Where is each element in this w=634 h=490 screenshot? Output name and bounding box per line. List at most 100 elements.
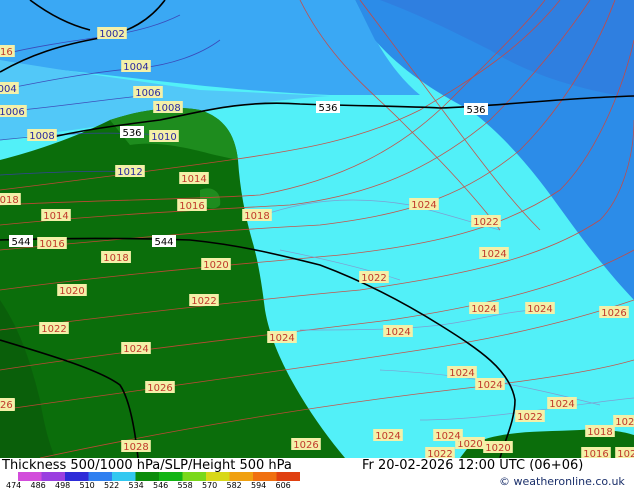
color-scale-ticks: 474 486 498 510 522 534 546 558 570 582 594 606: [6, 481, 326, 490]
color-scale-swatch: [253, 472, 277, 481]
color-scale-bar: [18, 472, 300, 481]
slp-label: 1022: [471, 215, 501, 228]
slp-label: 1018: [585, 425, 615, 438]
slp-label-text: 1024: [375, 431, 400, 442]
slp-label: 1024: [479, 247, 509, 260]
slp-label-text: 1024: [481, 249, 506, 260]
slp-label-text: 1026: [615, 417, 634, 428]
slp-label: 1018: [101, 251, 131, 264]
slp-label: 1016: [177, 199, 207, 212]
slp-label: 1022: [189, 294, 219, 307]
slp-label: 1002: [97, 27, 127, 40]
map-panel: 536 536 536 544 544 1002 1004 1006 1008 1010…: [0, 0, 634, 490]
color-scale-tick: 474: [6, 481, 22, 490]
slp-label: 1024: [525, 302, 555, 315]
slp-label-text: 1014: [181, 174, 206, 185]
color-scale-tick: 534: [128, 481, 144, 490]
slp-label: 1006: [133, 86, 163, 99]
slp-label-text: 1022: [427, 449, 452, 458]
slp-label-text: 1020: [485, 443, 510, 454]
slp-label-text: 1028: [123, 442, 148, 453]
slp-label-text: 1026: [617, 449, 634, 458]
height-label-text: 536: [466, 105, 485, 116]
color-scale-swatch: [206, 472, 230, 481]
slp-label: 1026: [613, 415, 634, 428]
slp-label-text: 1022: [191, 296, 216, 307]
copyright-link[interactable]: © weatheronline.co.uk: [499, 475, 625, 488]
height-label-text: 544: [11, 237, 30, 248]
slp-label: 1024: [469, 302, 499, 315]
slp-label-text: 1022: [361, 273, 386, 284]
color-scale-tick: 486: [30, 481, 46, 490]
slp-label-text: 1022: [517, 412, 542, 423]
height-label-text: 536: [318, 103, 337, 114]
color-scale-swatch: [159, 472, 183, 481]
color-scale-swatch: [41, 472, 66, 481]
color-scale-swatch: [18, 472, 42, 481]
slp-label: 1014: [41, 209, 71, 222]
slp-label: 1014: [179, 172, 209, 185]
slp-label-text: 1026: [293, 440, 318, 451]
slp-label: 1024: [475, 378, 505, 391]
slp-label: 1028: [121, 440, 151, 453]
slp-label: 1010: [149, 130, 179, 143]
slp-label: 1016: [37, 237, 67, 250]
slp-label: 1022: [359, 271, 389, 284]
slp-label-text: 1002: [99, 29, 124, 40]
map-title: Thickness 500/1000 hPa/SLP/Height 500 hP…: [2, 458, 292, 473]
slp-label-text: 1024: [471, 304, 496, 315]
slp-label: 1024: [267, 331, 297, 344]
color-scale-tick: 558: [177, 481, 193, 490]
slp-label-text: 1016: [39, 239, 64, 250]
map-datetime: Fr 20-02-2026 12:00 UTC (06+06): [362, 458, 584, 473]
slp-label-text: 1016: [179, 201, 204, 212]
color-scale-tick: 570: [202, 481, 218, 490]
slp-label-text: 1006: [135, 88, 160, 99]
height-label: 544: [152, 235, 176, 248]
slp-label-text: 1022: [473, 217, 498, 228]
slp-label: 1004: [0, 82, 19, 95]
color-scale-swatch: [65, 472, 89, 481]
slp-label: 1008: [153, 101, 183, 114]
color-scale-tick: 522: [104, 481, 120, 490]
color-scale-swatch: [88, 472, 113, 481]
height-label-text: 536: [122, 128, 141, 139]
slp-label-text: 1014: [43, 211, 68, 222]
slp-label-text: 1024: [411, 200, 436, 211]
slp-label: 1024: [383, 325, 413, 338]
color-scale-swatch: [135, 472, 160, 481]
slp-label-text: 1024: [477, 380, 502, 391]
height-label: 536: [120, 126, 144, 139]
slp-label: 1012: [115, 165, 145, 178]
slp-label: 1024: [121, 342, 151, 355]
slp-label: 1024: [447, 366, 477, 379]
height-label-text: 544: [154, 237, 173, 248]
slp-label-text: 1026: [147, 383, 172, 394]
slp-label: 1026: [615, 447, 634, 458]
slp-label-text: 1020: [59, 286, 84, 297]
color-scale-tick: 606: [275, 481, 291, 490]
slp-label: 1022: [515, 410, 545, 423]
slp-label-text: 1024: [123, 344, 148, 355]
slp-label: 1022: [39, 322, 69, 335]
slp-label-text: 1016: [0, 47, 13, 58]
slp-label-text: 1024: [527, 304, 552, 315]
color-scale-swatch: [229, 472, 254, 481]
slp-label-text: 1024: [449, 368, 474, 379]
slp-label-text: 1004: [0, 84, 17, 95]
slp-label-text: 1008: [29, 131, 54, 142]
height-label: 536: [316, 101, 340, 114]
slp-label-text: 1018: [103, 253, 128, 264]
slp-label: 1020: [201, 258, 231, 271]
slp-label: 1020: [483, 441, 513, 454]
slp-label: 1018: [0, 193, 21, 206]
slp-label: 1026: [145, 381, 175, 394]
slp-label: 1020: [57, 284, 87, 297]
slp-label: 1016: [0, 45, 15, 58]
slp-label-text: 1018: [587, 427, 612, 438]
slp-label: 1016: [581, 447, 611, 458]
slp-label-text: 1024: [435, 431, 460, 442]
slp-label: 1024: [433, 429, 463, 442]
slp-label-text: 1020: [203, 260, 228, 271]
color-scale-tick: 582: [226, 481, 242, 490]
